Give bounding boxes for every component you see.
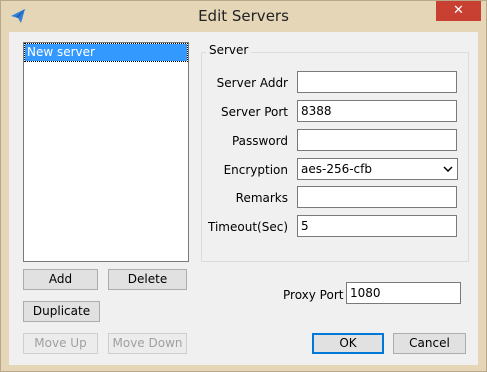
window-title: Edit Servers: [198, 7, 289, 25]
server-list[interactable]: New server: [23, 42, 189, 262]
edit-servers-window: Edit Servers ✕ New server Add Delete Dup…: [0, 0, 487, 372]
title-bar[interactable]: Edit Servers ✕: [1, 1, 486, 31]
password-label: Password: [231, 134, 288, 148]
proxy-port-field[interactable]: 1080: [346, 282, 461, 304]
server-group-title: Server: [206, 43, 252, 57]
timeout-label: Timeout(Sec): [208, 220, 288, 234]
server-addr-field[interactable]: [297, 71, 457, 93]
delete-button[interactable]: Delete: [108, 269, 187, 290]
proxy-port-label: Proxy Port: [283, 288, 344, 302]
server-list-item[interactable]: New server: [24, 43, 188, 62]
remarks-label: Remarks: [235, 191, 288, 205]
close-icon: ✕: [453, 3, 464, 18]
server-port-label: Server Port: [221, 105, 288, 119]
password-field[interactable]: [297, 129, 457, 151]
chevron-down-icon: [443, 166, 453, 172]
close-button[interactable]: ✕: [436, 1, 481, 21]
move-down-button[interactable]: Move Down: [108, 333, 187, 354]
timeout-field[interactable]: 5: [297, 215, 457, 237]
duplicate-button[interactable]: Duplicate: [23, 301, 100, 322]
encryption-select[interactable]: aes-256-cfb: [297, 158, 458, 180]
dialog-body: New server Add Delete Duplicate Move Up …: [9, 32, 478, 365]
remarks-field[interactable]: [297, 186, 457, 208]
server-addr-label: Server Addr: [216, 76, 288, 90]
server-port-field[interactable]: 8388: [297, 100, 457, 122]
cancel-button[interactable]: Cancel: [393, 333, 466, 354]
ok-button[interactable]: OK: [312, 333, 384, 354]
add-button[interactable]: Add: [23, 269, 98, 290]
move-up-button[interactable]: Move Up: [23, 333, 98, 354]
encryption-value: aes-256-cfb: [301, 162, 372, 176]
encryption-label: Encryption: [223, 163, 288, 177]
